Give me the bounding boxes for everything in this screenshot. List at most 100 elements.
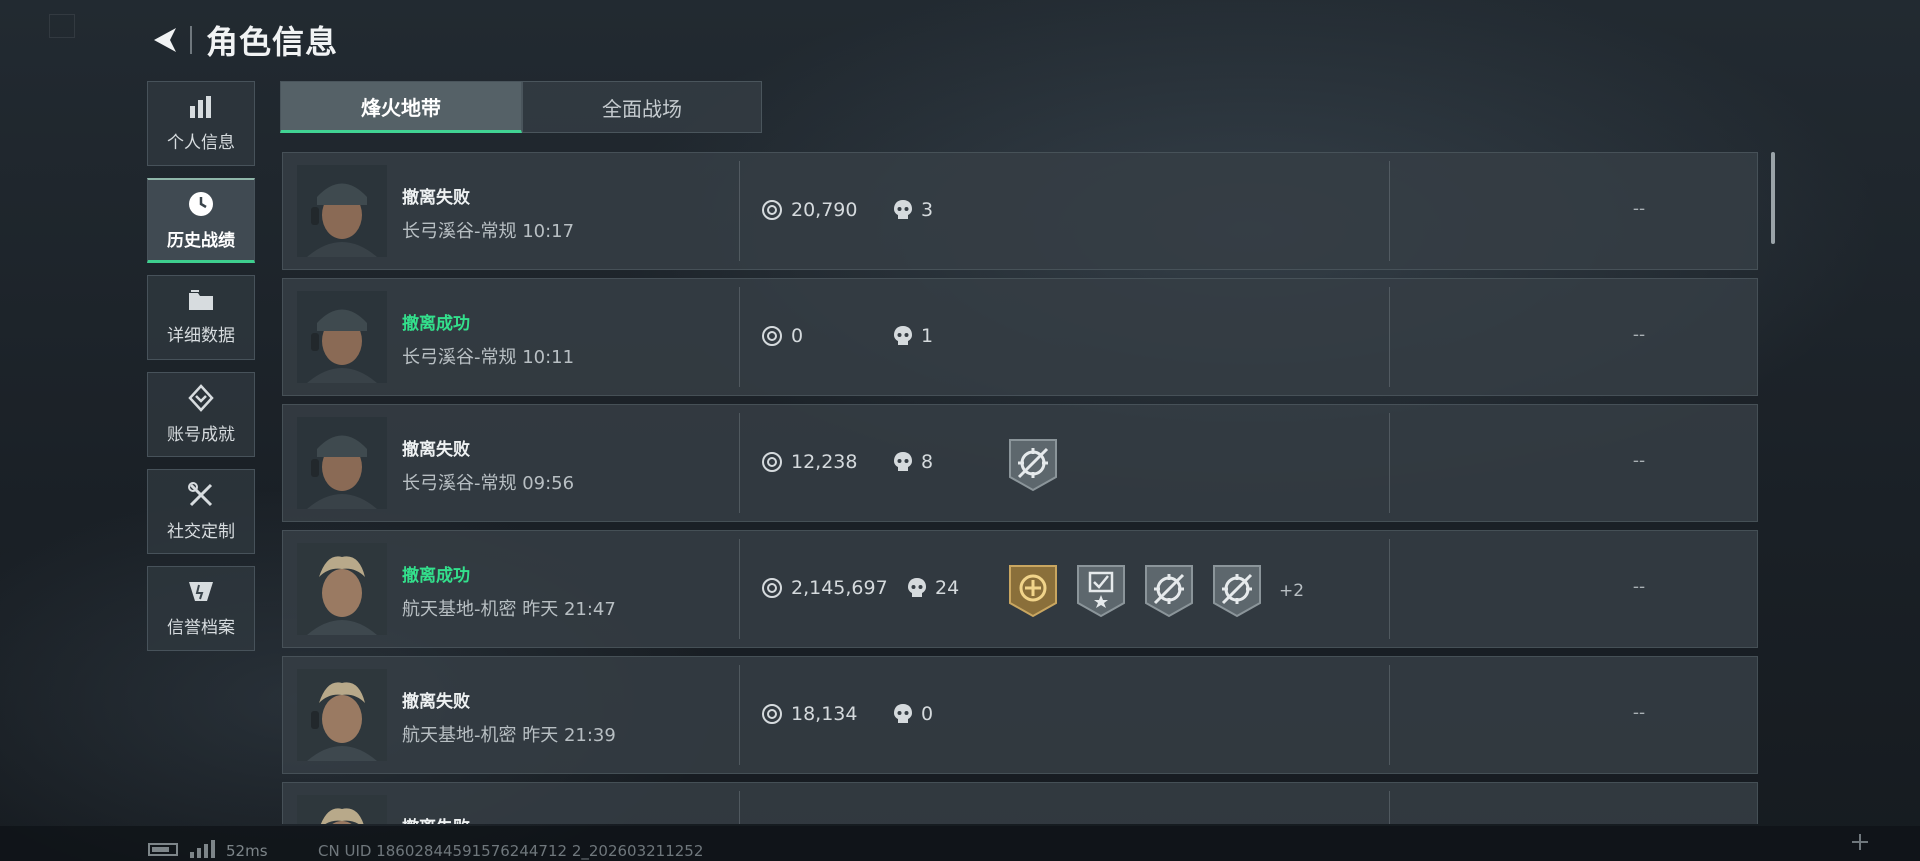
- status-bar: [0, 826, 1920, 861]
- more-badges-count[interactable]: +2: [1279, 581, 1304, 601]
- value-amount: 0: [791, 325, 804, 347]
- kills-stat: 0: [893, 703, 933, 725]
- list-scrollbar[interactable]: [1771, 152, 1775, 244]
- coin-icon: [762, 326, 782, 346]
- sidebar-item-details[interactable]: 详细数据: [147, 275, 255, 360]
- sidebar-item-achievements[interactable]: 账号成就: [147, 372, 255, 457]
- empty-slot: --: [1632, 199, 1646, 219]
- column-divider: [1389, 413, 1390, 513]
- match-history-list[interactable]: 撤离失败 长弓溪谷-常规 10:17 20,790 3 -- 撤离成功 长弓溪谷…: [282, 152, 1758, 824]
- header-divider: [190, 26, 192, 54]
- crosshair-corner-icon: [1852, 834, 1868, 850]
- column-divider: [1389, 539, 1390, 639]
- side-nav: 个人信息 历史战绩 详细数据 账号成就 社交定制 信誉档案: [147, 81, 257, 663]
- wrench-screwdriver-icon: [187, 481, 215, 509]
- kill-count: 8: [921, 451, 934, 473]
- map-and-time: 航天基地-机密 昨天 21:47: [402, 599, 616, 620]
- sidebar-item-profile[interactable]: 个人信息: [147, 81, 255, 166]
- value-stat: 20,790: [761, 199, 857, 221]
- operator-avatar: [297, 291, 387, 383]
- value-stat: 18,134: [761, 703, 857, 725]
- column-divider: [1389, 161, 1390, 261]
- signal-icon: [190, 840, 215, 858]
- value-stat: 2,145,697: [761, 577, 888, 599]
- match-record-row[interactable]: 撤离失败 航天基地-机密 昨天 21:39 18,134 0 --: [282, 656, 1758, 774]
- back-arrow-icon: [154, 28, 176, 52]
- checklist-star-badge-icon[interactable]: [1075, 563, 1127, 619]
- kill-count: 0: [921, 703, 934, 725]
- skull-icon: [908, 578, 926, 597]
- folder-icon: [187, 289, 215, 313]
- coin-icon: [762, 704, 782, 724]
- kills-stat: 8: [893, 451, 933, 473]
- column-divider: [739, 665, 740, 765]
- tab-hazard-zone[interactable]: 烽火地带: [280, 81, 522, 133]
- sidebar-item-label: 个人信息: [167, 133, 235, 153]
- value-stat: 0: [761, 325, 803, 347]
- operator-avatar: [297, 669, 387, 761]
- diamond-achievement-icon: [187, 384, 215, 412]
- credit-emblem-icon: [187, 579, 215, 605]
- corner-frame-icon: [49, 14, 75, 38]
- kills-stat: 3: [893, 199, 933, 221]
- value-amount: 20,790: [791, 199, 858, 221]
- operator-avatar: [297, 165, 387, 257]
- kill-count: 24: [935, 577, 960, 599]
- skull-icon: [894, 452, 912, 471]
- column-divider: [739, 161, 740, 261]
- mode-tabs: 烽火地带 全面战场: [280, 81, 762, 133]
- sidebar-item-social[interactable]: 社交定制: [147, 469, 255, 554]
- crosshair-badge-icon[interactable]: [1007, 437, 1059, 493]
- operator-avatar: [297, 795, 387, 824]
- empty-slot: --: [1632, 325, 1646, 345]
- sidebar-item-credit[interactable]: 信誉档案: [147, 566, 255, 651]
- battery-icon: [148, 843, 178, 856]
- extraction-result: 撤离成功: [402, 566, 470, 586]
- value-amount: 12,238: [791, 451, 858, 473]
- empty-slot: --: [1632, 451, 1646, 471]
- crosshair-badge-icon[interactable]: [1143, 563, 1195, 619]
- kill-count: 1: [921, 325, 934, 347]
- sidebar-item-history[interactable]: 历史战绩: [147, 178, 255, 263]
- match-record-row[interactable]: 撤离失败: [282, 782, 1758, 824]
- kill-count: 3: [921, 199, 934, 221]
- column-divider: [1389, 287, 1390, 387]
- extraction-result: 撤离失败: [402, 692, 470, 712]
- match-record-row[interactable]: 撤离失败 长弓溪谷-常规 09:56 12,238 8 --: [282, 404, 1758, 522]
- player-uid: CN UID 18602844591576244712 2_2026032112…: [318, 842, 704, 860]
- empty-slot: --: [1632, 703, 1646, 723]
- empty-slot: --: [1632, 577, 1646, 597]
- coin-icon: [762, 200, 782, 220]
- coin-icon: [762, 452, 782, 472]
- page-header: 角色信息: [148, 18, 338, 62]
- value-amount: 2,145,697: [791, 577, 888, 599]
- sidebar-item-label: 社交定制: [167, 522, 235, 542]
- crosshair-badge-icon[interactable]: [1211, 563, 1263, 619]
- value-stat: 12,238: [761, 451, 857, 473]
- match-record-row[interactable]: 撤离失败 长弓溪谷-常规 10:17 20,790 3 --: [282, 152, 1758, 270]
- map-and-time: 长弓溪谷-常规 09:56: [402, 473, 575, 494]
- extraction-result: 撤离成功: [402, 314, 470, 334]
- operator-avatar: [297, 417, 387, 509]
- sidebar-item-label: 详细数据: [167, 326, 235, 346]
- column-divider: [1389, 665, 1390, 765]
- operator-avatar: [297, 543, 387, 635]
- bar-chart-icon: [188, 94, 214, 120]
- match-record-row[interactable]: 撤离成功 航天基地-机密 昨天 21:47 2,145,697 24 +2 --: [282, 530, 1758, 648]
- skull-icon: [894, 704, 912, 723]
- badge-list: [1007, 437, 1059, 493]
- sidebar-item-label: 历史战绩: [167, 230, 235, 251]
- map-and-time: 长弓溪谷-常规 10:17: [402, 221, 575, 242]
- clock-icon: [187, 190, 215, 218]
- back-button[interactable]: [148, 20, 182, 60]
- sidebar-item-label: 信誉档案: [167, 618, 235, 638]
- gold-emblem-badge-icon[interactable]: [1007, 563, 1059, 619]
- column-divider: [1389, 791, 1390, 824]
- tab-full-battlefield[interactable]: 全面战场: [522, 81, 762, 133]
- column-divider: [739, 287, 740, 387]
- kills-stat: 1: [893, 325, 933, 347]
- sidebar-item-label: 账号成就: [167, 425, 235, 445]
- badge-list: +2: [1007, 563, 1304, 619]
- match-record-row[interactable]: 撤离成功 长弓溪谷-常规 10:11 0 1 --: [282, 278, 1758, 396]
- extraction-result: 撤离失败: [402, 188, 470, 208]
